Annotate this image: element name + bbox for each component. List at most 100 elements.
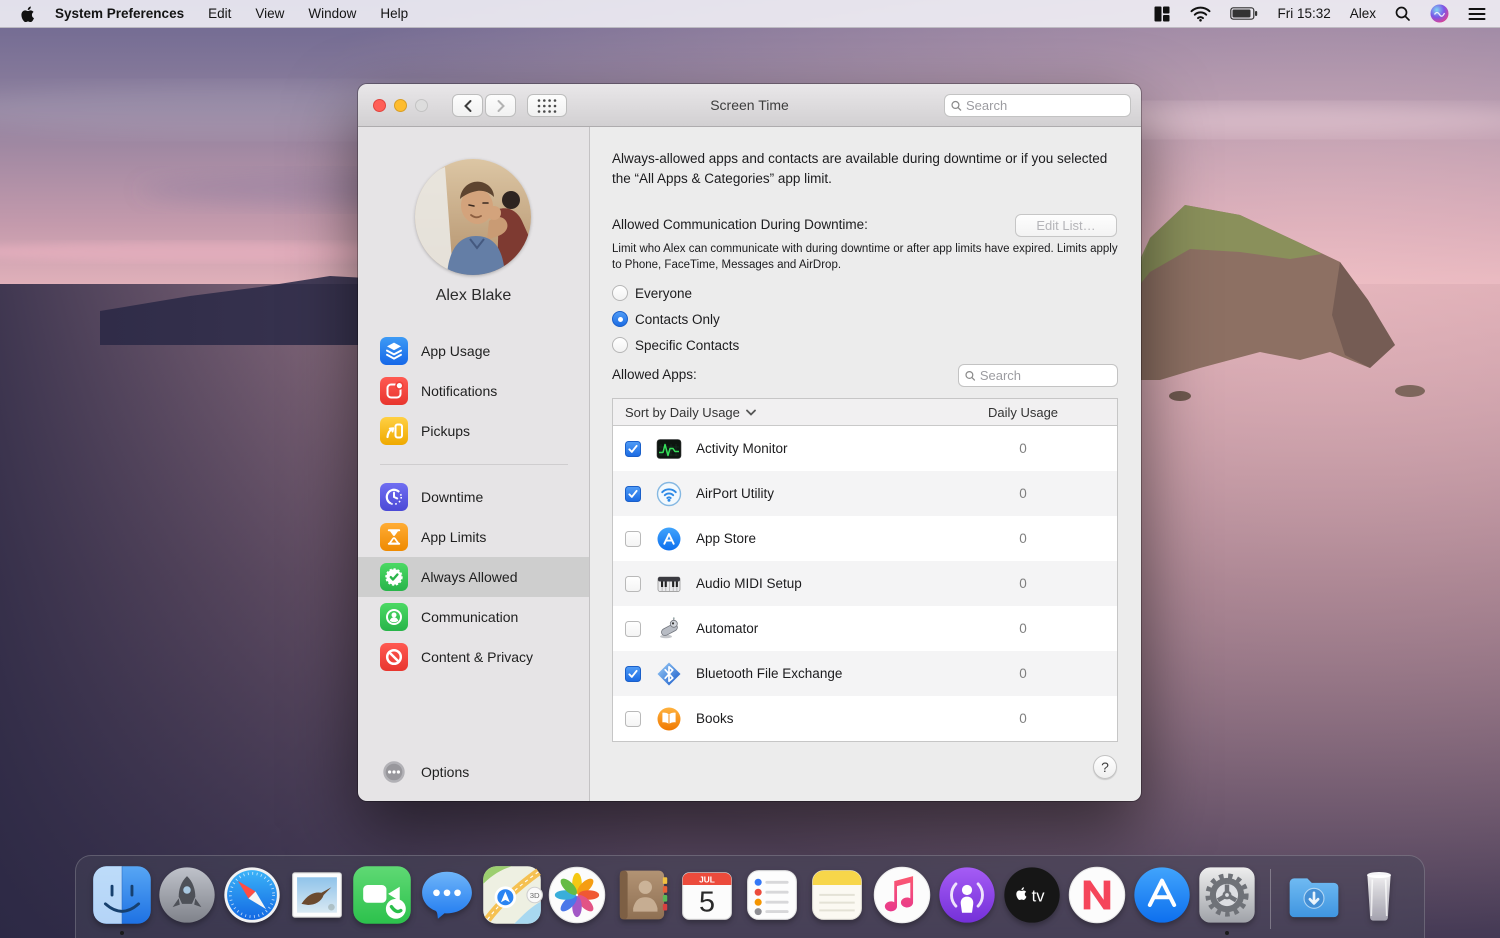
- avatar[interactable]: [415, 159, 531, 275]
- dock-contacts-icon[interactable]: [611, 864, 673, 926]
- sidebar-label: Downtime: [421, 489, 484, 505]
- dock-downloads-icon[interactable]: [1283, 864, 1345, 926]
- calendar-month: JUL: [699, 874, 715, 884]
- calendar-day: 5: [699, 887, 715, 919]
- radio-circle[interactable]: [612, 337, 628, 353]
- table-row[interactable]: Audio MIDI Setup 0: [613, 561, 1117, 606]
- window-manager-icon[interactable]: [1153, 5, 1171, 23]
- dock-appletv-icon[interactable]: tv: [1001, 864, 1063, 926]
- intro-text: Always-allowed apps and contacts are ava…: [612, 151, 1108, 186]
- app-usage: 0: [1019, 666, 1027, 681]
- titlebar[interactable]: Screen Time: [358, 84, 1141, 127]
- sidebar-label: Always Allowed: [421, 569, 518, 585]
- sidebar-item-options[interactable]: Options: [358, 752, 589, 792]
- bluetooth-file-exchange-icon: [657, 662, 681, 685]
- sidebar-label: App Limits: [421, 529, 487, 545]
- sidebar-divider: [380, 464, 568, 465]
- dock-system-preferences-icon[interactable]: [1196, 864, 1258, 935]
- dock-trash-icon[interactable]: [1348, 864, 1410, 926]
- app-usage: 0: [1019, 486, 1027, 501]
- notification-center-icon[interactable]: [1468, 7, 1486, 21]
- running-indicator: [1224, 931, 1229, 935]
- apps-search-input[interactable]: [979, 368, 1117, 383]
- siri-icon[interactable]: [1430, 4, 1449, 23]
- wifi-icon[interactable]: [1190, 6, 1211, 22]
- dock-safari-icon[interactable]: [221, 864, 283, 926]
- table-row[interactable]: AirPort Utility 0: [613, 471, 1117, 516]
- sidebar-label: App Usage: [421, 343, 491, 359]
- menu-window[interactable]: Window: [308, 6, 356, 21]
- dock-photos-icon[interactable]: [546, 864, 608, 926]
- dock-notes-icon[interactable]: [806, 864, 868, 926]
- help-button[interactable]: ?: [1093, 755, 1117, 779]
- table-header: Sort by Daily Usage Daily Usage: [613, 399, 1117, 426]
- toolbar-search-input[interactable]: [966, 98, 1130, 113]
- dock-finder-icon[interactable]: [91, 864, 153, 935]
- app-name: App Store: [696, 531, 757, 546]
- checkbox-checked[interactable]: [625, 665, 641, 682]
- sidebar-item-downtime[interactable]: Downtime: [358, 477, 589, 517]
- dock-launchpad-icon[interactable]: [156, 864, 218, 926]
- sidebar-item-communication[interactable]: Communication: [358, 597, 589, 637]
- dock-divider: [1269, 869, 1271, 929]
- radio-contacts-only[interactable]: Contacts Only: [612, 306, 720, 332]
- dock-maps-icon[interactable]: 3D: [481, 864, 543, 926]
- table-row[interactable]: Activity Monitor 0: [613, 426, 1117, 471]
- radio-circle[interactable]: [612, 285, 628, 301]
- radio-label: Specific Contacts: [635, 337, 740, 353]
- battery-icon[interactable]: [1230, 7, 1258, 20]
- dock-music-icon[interactable]: [871, 864, 933, 926]
- table-row[interactable]: Bluetooth File Exchange 0: [613, 651, 1117, 696]
- sidebar-item-notifications[interactable]: Notifications: [358, 371, 589, 411]
- menubar-clock[interactable]: Fri 15:32: [1277, 6, 1330, 21]
- menu-edit[interactable]: Edit: [208, 6, 231, 21]
- checkbox-checked[interactable]: [625, 485, 641, 502]
- radio-circle[interactable]: [612, 311, 628, 327]
- checkbox-unchecked[interactable]: [625, 575, 641, 592]
- dock-facetime-icon[interactable]: [351, 864, 413, 926]
- dock-calendar-icon[interactable]: JUL 5: [676, 864, 738, 926]
- sidebar-label: Pickups: [421, 423, 471, 439]
- dock-news-icon[interactable]: [1066, 864, 1128, 926]
- table-row[interactable]: App Store 0: [613, 516, 1117, 561]
- apps-search-field[interactable]: [958, 364, 1118, 387]
- table-row[interactable]: Books 0: [613, 696, 1117, 741]
- checkbox-unchecked[interactable]: [625, 620, 641, 637]
- apple-menu-icon[interactable]: [20, 5, 35, 22]
- sidebar-item-always-allowed[interactable]: Always Allowed: [358, 557, 589, 597]
- menubar-app-name[interactable]: System Preferences: [55, 6, 184, 21]
- dock-podcasts-icon[interactable]: [936, 864, 998, 926]
- screen-time-window: Screen Time Search Alex Blake App Usage …: [358, 84, 1141, 801]
- edit-list-button[interactable]: Edit List…: [1015, 214, 1117, 237]
- dock-messages-icon[interactable]: [416, 864, 478, 926]
- app-name: Automator: [696, 621, 759, 636]
- sort-dropdown[interactable]: Sort by Daily Usage: [613, 405, 756, 420]
- sidebar-item-pickups[interactable]: Pickups: [358, 411, 589, 451]
- notifications-icon: [380, 377, 408, 405]
- radio-everyone[interactable]: Everyone: [612, 280, 692, 306]
- search-icon: [965, 370, 976, 381]
- sidebar-item-content-privacy[interactable]: Content & Privacy: [358, 637, 589, 677]
- sidebar-item-app-usage[interactable]: App Usage: [358, 331, 589, 371]
- desktop: System Preferences Edit View Window Help…: [0, 0, 1500, 938]
- dock-reminders-icon[interactable]: [741, 864, 803, 926]
- spotlight-search-icon[interactable]: [1395, 6, 1411, 22]
- table-row[interactable]: Automator 0: [613, 606, 1117, 651]
- checkbox-unchecked[interactable]: [625, 530, 641, 547]
- radio-specific-contacts[interactable]: Specific Contacts: [612, 332, 739, 358]
- sidebar-item-app-limits[interactable]: App Limits: [358, 517, 589, 557]
- profile-name: Alex Blake: [435, 287, 512, 304]
- menu-bar: System Preferences Edit View Window Help…: [0, 0, 1500, 28]
- menubar-user[interactable]: Alex: [1350, 6, 1376, 21]
- dock-appstore-icon[interactable]: [1131, 864, 1193, 926]
- sidebar-label: Communication: [421, 609, 519, 625]
- checkbox-unchecked[interactable]: [625, 710, 641, 727]
- app-name: Audio MIDI Setup: [696, 576, 802, 591]
- toolbar-search-field[interactable]: [944, 94, 1131, 117]
- always-allowed-icon: [380, 563, 408, 591]
- dock-mail-icon[interactable]: [286, 864, 348, 926]
- menu-view[interactable]: View: [255, 6, 284, 21]
- usage-header: Daily Usage: [987, 404, 1059, 420]
- checkbox-checked[interactable]: [625, 440, 641, 457]
- menu-help[interactable]: Help: [380, 6, 408, 21]
